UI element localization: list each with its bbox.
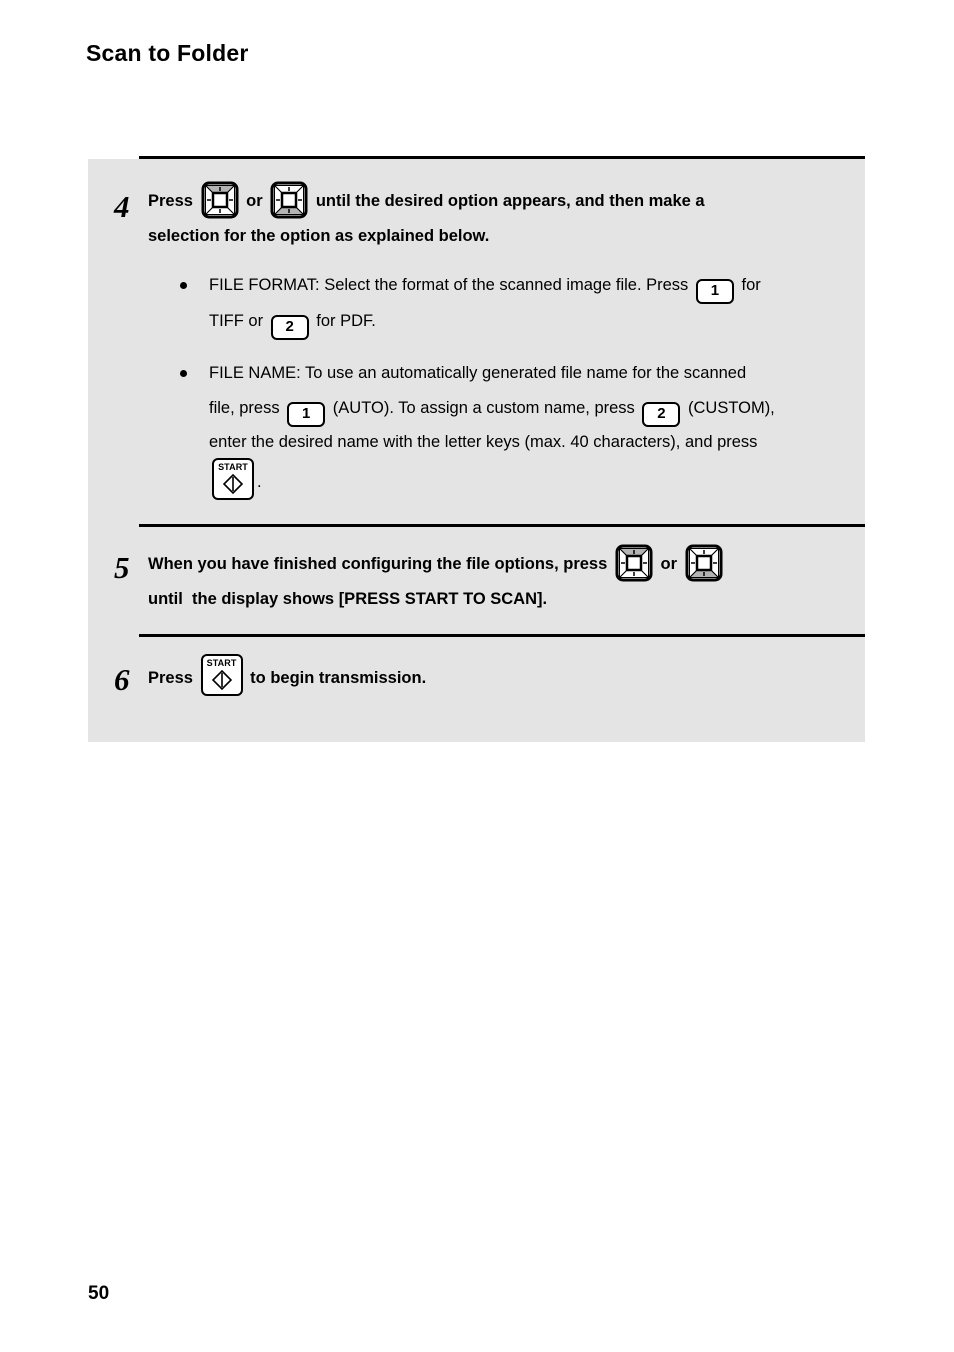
page-title: Scan to Folder (86, 40, 249, 66)
numeric-key-1[interactable]: 1 (287, 402, 326, 427)
step-5-line-1: When you have finished configuring the f… (148, 544, 857, 582)
step-6-text-begin: to begin transmission. (250, 669, 427, 687)
bullet-2-line-2: file, press 1 (AUTO). To assign a custom… (209, 391, 855, 427)
step-6-number: 6 (114, 662, 130, 697)
start-key-label: START (218, 462, 248, 472)
step-6-text-press: Press (148, 669, 193, 687)
bullet-2-text-6: . (257, 473, 262, 491)
bullet-2-line-3: enter the desired name with the letter k… (209, 433, 758, 451)
step-4-number: 4 (114, 189, 130, 224)
step-4-text-or: or (246, 192, 263, 210)
step-5-number: 5 (114, 550, 130, 585)
numeric-key-2[interactable]: 2 (270, 315, 309, 340)
step-5-line-2: until the display shows [PRESS START TO … (148, 590, 548, 608)
bullet-2-line-4: START . (209, 458, 855, 505)
step-6-line-1: Press START to begin transmission. (148, 654, 857, 700)
step-4-text-press: Press (148, 192, 193, 210)
bullet-1-text-3: TIFF or (209, 312, 264, 330)
bullet-dot-icon (180, 282, 187, 289)
step-4-heading-line-1: Press or until the desired option appear… (148, 181, 857, 219)
start-key-icon[interactable]: START (200, 654, 243, 696)
start-key-icon[interactable]: START (212, 458, 254, 500)
bullet-1-text-1: FILE FORMAT: Select the format of the sc… (209, 276, 689, 294)
start-key-label: START (206, 658, 237, 668)
numeric-key-2[interactable]: 2 (642, 402, 681, 427)
bullet-dot-icon (180, 370, 187, 377)
down-arrow-key-icon[interactable] (685, 544, 723, 582)
list-item: FILE NAME: To use an automatically gener… (176, 356, 855, 505)
bullet-1-text-2: for (741, 276, 761, 294)
bullet-1-line-2: TIFF or 2 for PDF. (209, 304, 855, 340)
step-4-text-until: until the desired option appears, and th… (315, 192, 705, 210)
list-item: FILE FORMAT: Select the format of the sc… (176, 268, 855, 340)
step-4-bullet-list: FILE FORMAT: Select the format of the sc… (176, 268, 855, 505)
bullet-1-line-1: FILE FORMAT: Select the format of the sc… (209, 268, 855, 304)
bullet-2-text-2: file, press (209, 399, 280, 417)
numeric-key-1[interactable]: 1 (695, 279, 734, 304)
divider-step4-step5 (139, 524, 865, 527)
step-4-heading-line-2: selection for the option as explained be… (148, 227, 490, 245)
bullet-2-line-1: FILE NAME: To use an automatically gener… (209, 364, 747, 382)
up-arrow-key-icon[interactable] (615, 544, 653, 582)
step-5-text-or: or (660, 555, 677, 573)
bullet-1-text-4: for PDF. (316, 312, 376, 330)
divider-top (139, 156, 865, 159)
bullet-2-text-3: (AUTO). To assign a custom name, press (332, 399, 635, 417)
bullet-2-text-4: (CUSTOM), (688, 399, 775, 417)
down-arrow-key-icon[interactable] (270, 181, 308, 219)
up-arrow-key-icon[interactable] (201, 181, 239, 219)
step-5-text-1: When you have finished configuring the f… (148, 555, 608, 573)
divider-step5-step6 (139, 634, 865, 637)
page-number: 50 (88, 1283, 110, 1304)
instructions-panel: 4 Press or until the desired option appe… (88, 156, 865, 742)
